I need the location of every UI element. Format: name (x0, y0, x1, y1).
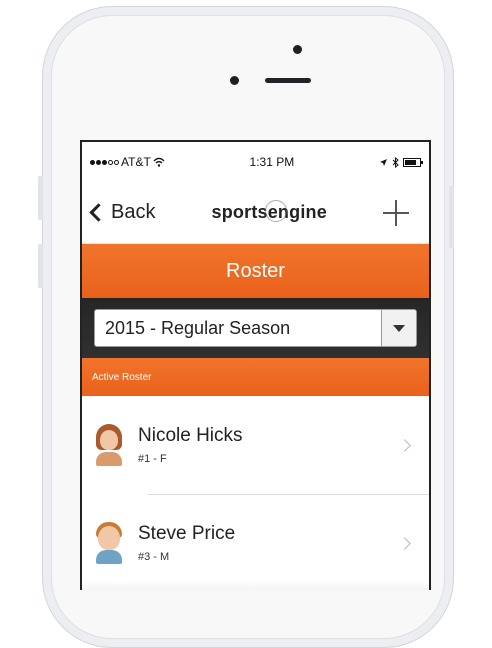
page-title: Roster (226, 259, 285, 282)
status-right (379, 156, 423, 168)
section-label: Active Roster (92, 371, 152, 383)
player-info: Steve Price #3 - M (138, 523, 400, 563)
bottom-fade (82, 580, 429, 590)
back-button[interactable]: Back (89, 201, 156, 224)
season-bar: 2015 - Regular Season (82, 298, 429, 358)
page-title-bar: Roster (82, 244, 429, 298)
chevron-left-icon (89, 203, 108, 222)
triangle-down-icon (393, 324, 405, 332)
app-screen: AT&T 1:31 PM Back sportsengine Roster 20… (80, 140, 431, 590)
player-meta: #3 - M (138, 551, 170, 563)
player-name: Steve Price (138, 523, 236, 544)
back-label: Back (111, 201, 156, 223)
bluetooth-icon (392, 156, 399, 168)
player-info: Nicole Hicks #1 - F (138, 425, 400, 465)
section-header: Active Roster (82, 358, 429, 396)
player-row[interactable]: Nicole Hicks #1 - F (82, 396, 429, 494)
battery-icon (402, 157, 423, 167)
player-avatar (94, 424, 124, 466)
logo-ring-icon (264, 200, 287, 222)
nav-bar: Back sportsengine (82, 182, 429, 244)
power-button (449, 186, 454, 248)
chevron-right-icon (398, 536, 411, 550)
signal-strength-icon (90, 159, 119, 165)
carrier-name: AT&T (121, 155, 151, 169)
player-avatar (94, 522, 124, 564)
front-camera (293, 45, 302, 54)
player-row[interactable]: Steve Price #3 - M (82, 494, 429, 590)
status-left: AT&T (90, 155, 165, 169)
player-meta: #1 - F (138, 453, 167, 465)
location-arrow-icon (379, 158, 387, 166)
wifi-icon (153, 157, 165, 167)
player-name: Nicole Hicks (138, 425, 243, 446)
season-selected-value: 2015 - Regular Season (105, 317, 291, 338)
sportsengine-logo: sportsengine (212, 200, 327, 223)
dropdown-toggle[interactable] (381, 310, 416, 346)
add-button[interactable] (382, 199, 409, 226)
status-time: 1:31 PM (249, 155, 295, 169)
season-dropdown[interactable]: 2015 - Regular Season (94, 309, 417, 347)
volume-up-button (38, 176, 43, 220)
earpiece-speaker (265, 78, 311, 83)
proximity-sensor (230, 76, 239, 85)
chevron-right-icon (398, 438, 411, 452)
volume-down-button (38, 244, 43, 288)
status-bar: AT&T 1:31 PM (82, 142, 429, 182)
